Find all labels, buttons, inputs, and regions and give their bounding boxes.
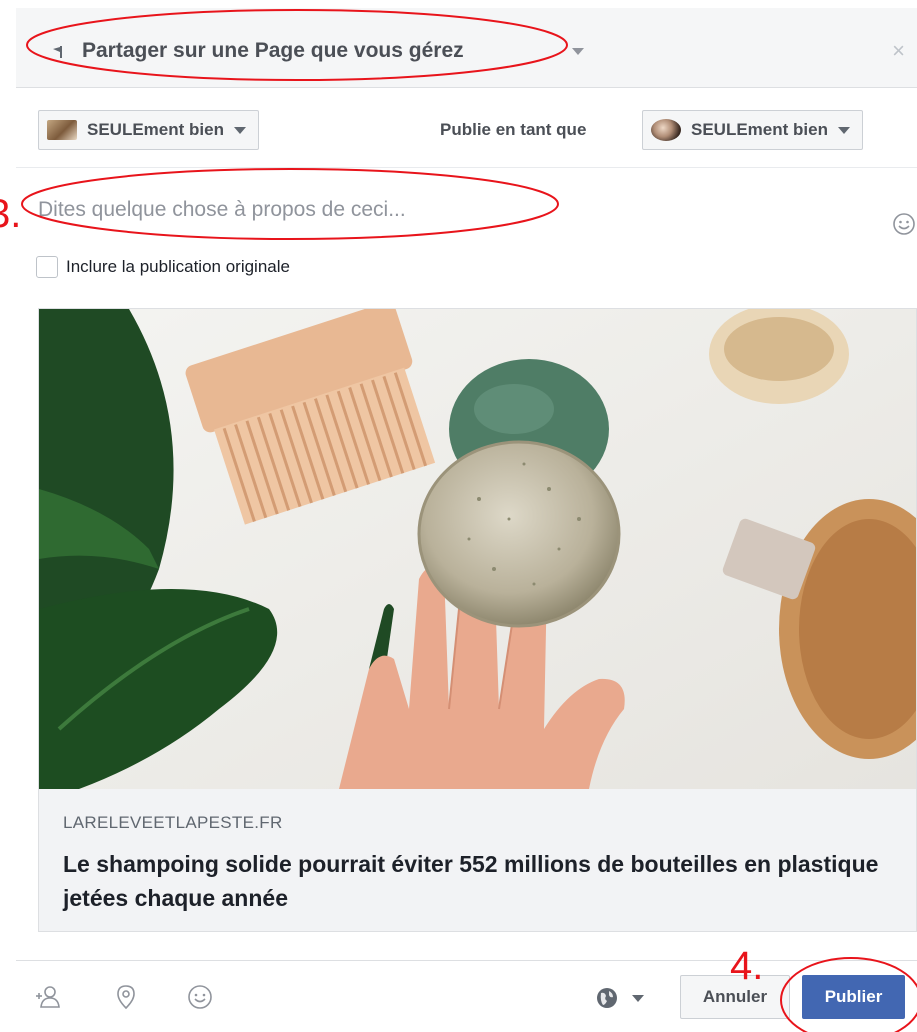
chevron-down-icon bbox=[233, 126, 246, 134]
preview-image bbox=[39, 309, 916, 789]
annotation-step-3: 3. bbox=[0, 192, 22, 236]
include-original-checkbox[interactable] bbox=[36, 256, 58, 278]
link-preview-card[interactable]: LARELEVEETLAPESTE.FR Le shampoing solide… bbox=[38, 308, 917, 932]
location-pin-icon[interactable] bbox=[112, 983, 140, 1011]
dialog-footer: Annuler Publier bbox=[16, 960, 917, 1032]
dialog-header: Partager sur une Page que vous gérez × bbox=[16, 8, 917, 88]
avatar bbox=[651, 119, 681, 141]
page-thumbnail bbox=[47, 120, 77, 140]
link-domain: LARELEVEETLAPESTE.FR bbox=[63, 813, 283, 832]
link-headline[interactable]: Le shampoing solide pourrait éviter 552 … bbox=[63, 847, 883, 915]
page-selector-button[interactable]: SEULEment bien bbox=[38, 110, 259, 150]
publish-as-label: Publie en tant que bbox=[440, 120, 587, 139]
chevron-down-icon[interactable] bbox=[572, 48, 584, 55]
flag-icon bbox=[53, 46, 62, 58]
feeling-emoji-icon[interactable] bbox=[186, 983, 214, 1011]
publish-button[interactable]: Publier bbox=[802, 975, 905, 1019]
include-original-label: Inclure la publication originale bbox=[66, 257, 290, 276]
publish-as-selector[interactable]: SEULEment bien bbox=[642, 110, 863, 150]
page-selector-row: SEULEment bien Publie en tant que SEULEm… bbox=[16, 88, 917, 168]
tag-people-icon[interactable] bbox=[34, 983, 62, 1011]
close-icon[interactable]: × bbox=[892, 38, 905, 64]
page-selector-label: SEULEment bien bbox=[87, 120, 224, 139]
share-destination-title[interactable]: Partager sur une Page que vous gérez bbox=[82, 39, 464, 63]
post-text-input[interactable]: Dites quelque chose à propos de ceci... bbox=[38, 198, 406, 222]
chevron-down-icon[interactable] bbox=[632, 995, 644, 1002]
include-original-row[interactable]: Inclure la publication originale bbox=[36, 256, 290, 278]
globe-icon[interactable] bbox=[596, 987, 618, 1009]
share-dialog: Partager sur une Page que vous gérez × S… bbox=[16, 0, 917, 1032]
chevron-down-icon bbox=[837, 126, 850, 134]
publish-as-name: SEULEment bien bbox=[691, 120, 828, 139]
annotation-step-4: 4. bbox=[730, 944, 764, 988]
emoji-icon[interactable] bbox=[892, 212, 916, 236]
